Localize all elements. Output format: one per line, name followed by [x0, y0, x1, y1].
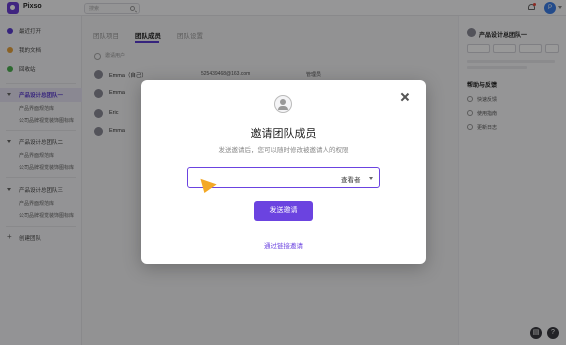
chevron-down-icon[interactable]	[369, 177, 373, 180]
team-members-icon	[274, 95, 292, 113]
invite-member-dialog: 邀请团队成员 发送邀请后，您可以随时修改被邀请人的权限 查看者 发送邀请 通过链…	[141, 80, 426, 264]
send-invite-button[interactable]: 发送邀请	[254, 201, 313, 221]
role-select[interactable]: 查看者	[341, 174, 361, 184]
dialog-title: 邀请团队成员	[250, 128, 317, 140]
dialog-subtitle: 发送邀请后，您可以随时修改被邀请人的权限	[218, 147, 349, 154]
close-icon[interactable]	[400, 92, 410, 102]
invite-via-link[interactable]: 通过链接邀请	[141, 240, 426, 250]
